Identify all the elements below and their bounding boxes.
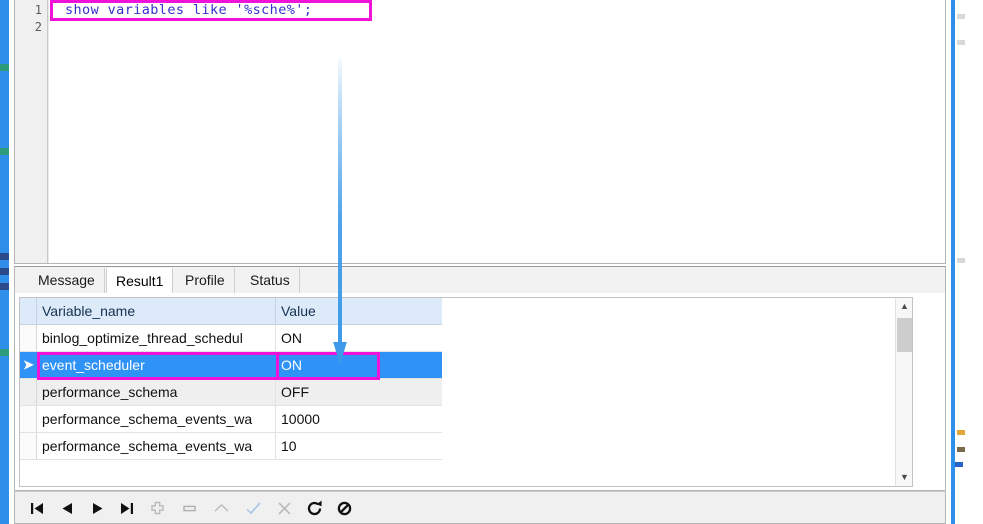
next-record-button[interactable] <box>87 498 108 519</box>
cell-variable-name[interactable]: event_scheduler <box>37 352 276 378</box>
code-area[interactable]: show variables like '%sche%'; <box>49 0 945 263</box>
cell-value[interactable]: 10 <box>276 433 442 459</box>
tab-result1[interactable]: Result1 <box>106 268 174 293</box>
table-row[interactable]: performance_schema_events_wa 10000 <box>20 406 442 433</box>
cancel-change-button[interactable] <box>274 498 295 519</box>
row-header-cell[interactable] <box>20 433 37 459</box>
text-cursor <box>278 356 279 375</box>
strip-mark <box>0 64 9 71</box>
table-row-selected[interactable]: ➤ event_scheduler ON <box>20 352 442 379</box>
grid-vertical-scrollbar[interactable]: ▲ ▼ <box>895 298 912 486</box>
table-row[interactable]: binlog_optimize_thread_schedul ON <box>20 325 442 352</box>
previous-record-button[interactable] <box>57 498 78 519</box>
strip-mark <box>0 283 9 290</box>
edge-tick <box>957 258 965 263</box>
line-number-gutter: 1 2 <box>15 0 48 263</box>
first-record-button[interactable] <box>27 498 48 519</box>
line-number: 1 <box>34 3 42 17</box>
row-header-cell[interactable] <box>20 406 37 432</box>
tab-message[interactable]: Message <box>29 268 105 293</box>
row-header-cell[interactable] <box>20 379 37 405</box>
strip-mark <box>0 253 9 260</box>
record-navigation-toolbar <box>14 491 946 524</box>
tab-profile[interactable]: Profile <box>176 268 235 293</box>
cell-variable-name[interactable]: performance_schema_events_wa <box>37 406 276 432</box>
left-edge-strip <box>0 0 9 524</box>
last-record-button[interactable] <box>116 498 137 519</box>
cell-variable-name[interactable]: performance_schema <box>37 379 276 405</box>
cell-value[interactable]: 10000 <box>276 406 442 432</box>
result-grid-pane: Variable_name Value binlog_optimize_thre… <box>14 293 946 491</box>
result-grid[interactable]: Variable_name Value binlog_optimize_thre… <box>19 297 913 487</box>
line-number: 2 <box>34 20 42 34</box>
table-row[interactable]: performance_schema_events_wa 10 <box>20 433 442 460</box>
edge-tick <box>957 14 965 19</box>
add-record-button[interactable] <box>147 498 168 519</box>
grid-header-row: Variable_name Value <box>20 298 442 325</box>
cell-value[interactable]: ON <box>276 325 442 351</box>
row-header-cell[interactable]: ➤ <box>20 352 37 378</box>
apply-change-button[interactable] <box>243 498 264 519</box>
result-tab-bar: Message Result1 Profile Status <box>14 266 946 293</box>
column-header-variable-name[interactable]: Variable_name <box>37 298 276 324</box>
cell-value[interactable]: OFF <box>276 379 442 405</box>
edge-tick <box>957 40 965 45</box>
edit-record-button[interactable] <box>211 498 232 519</box>
edge-tick <box>955 462 963 467</box>
edge-tick <box>957 430 965 435</box>
code-line: show variables like '%sche%'; <box>65 2 313 18</box>
strip-mark <box>0 268 9 275</box>
current-row-indicator-icon: ➤ <box>23 357 34 372</box>
stop-button[interactable] <box>334 498 355 519</box>
edge-tick <box>957 447 965 452</box>
grid-table: Variable_name Value binlog_optimize_thre… <box>20 298 442 460</box>
scroll-up-icon[interactable]: ▲ <box>896 298 912 315</box>
strip-mark <box>0 349 9 356</box>
cell-value-text: ON <box>281 357 302 373</box>
scroll-down-icon[interactable]: ▼ <box>896 469 912 486</box>
cell-variable-name[interactable]: binlog_optimize_thread_schedul <box>37 325 276 351</box>
sql-editor-window: 1 2 show variables like '%sche%'; Messag… <box>0 0 983 524</box>
scrollbar-thumb[interactable] <box>897 318 912 352</box>
tab-status[interactable]: Status <box>241 268 300 293</box>
cell-value[interactable]: ON <box>276 352 442 378</box>
cell-variable-name[interactable]: performance_schema_events_wa <box>37 433 276 459</box>
sql-editor-pane[interactable]: 1 2 show variables like '%sche%'; <box>14 0 946 264</box>
table-row[interactable]: performance_schema OFF <box>20 379 442 406</box>
row-header-cell[interactable] <box>20 325 37 351</box>
row-header-cell <box>20 298 37 324</box>
delete-record-button[interactable] <box>179 498 200 519</box>
refresh-button[interactable] <box>304 498 325 519</box>
strip-mark <box>0 148 9 155</box>
right-margin <box>955 0 983 524</box>
column-header-value[interactable]: Value <box>276 298 442 324</box>
